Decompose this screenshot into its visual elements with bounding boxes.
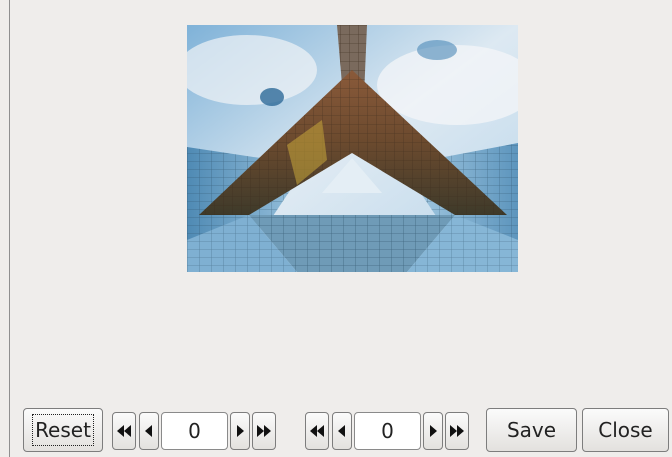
last-icon <box>257 425 271 437</box>
close-label: Close <box>598 418 653 442</box>
nav-b-value: 0 <box>381 419 394 443</box>
nav-b-last-button[interactable] <box>445 412 469 450</box>
close-button[interactable]: Close <box>582 408 669 452</box>
reset-button[interactable]: Reset <box>23 408 103 452</box>
nav-a-last-button[interactable] <box>252 412 276 450</box>
nav-a-value: 0 <box>188 419 201 443</box>
save-label: Save <box>506 418 557 442</box>
last-icon <box>450 425 464 437</box>
nav-b-first-button[interactable] <box>305 412 329 450</box>
first-icon <box>310 425 324 437</box>
next-icon <box>237 425 244 437</box>
nav-b-value-field[interactable]: 0 <box>354 412 421 450</box>
prev-icon <box>145 425 152 437</box>
nav-b-prev-button[interactable] <box>332 412 352 450</box>
nav-a-value-field[interactable]: 0 <box>161 412 228 450</box>
save-button[interactable]: Save <box>486 408 577 452</box>
nav-a-first-button[interactable] <box>112 412 136 450</box>
image-preview <box>187 25 518 272</box>
nav-a-next-button[interactable] <box>230 412 250 450</box>
nav-b-next-button[interactable] <box>423 412 443 450</box>
prev-icon <box>338 425 345 437</box>
next-icon <box>430 425 437 437</box>
first-icon <box>117 425 131 437</box>
reset-label: Reset <box>32 414 94 446</box>
nav-a-prev-button[interactable] <box>139 412 159 450</box>
building-photo <box>187 25 518 272</box>
window-left-edge <box>9 0 10 457</box>
